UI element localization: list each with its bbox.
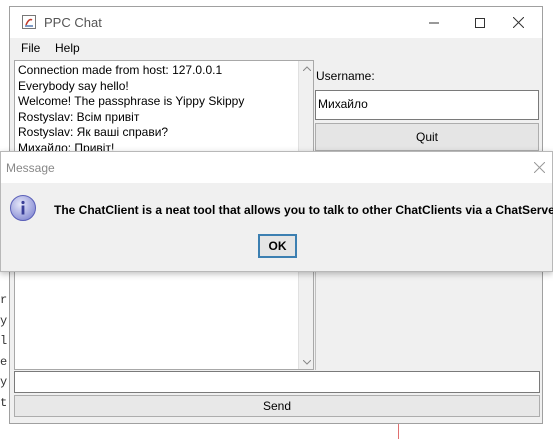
- chevron-up-icon: [302, 65, 311, 71]
- window-titlebar[interactable]: PPC Chat: [10, 7, 542, 38]
- chat-line: Connection made from host: 127.0.0.1: [18, 63, 223, 77]
- dialog-message: The ChatClient is a neat tool that allow…: [54, 203, 553, 217]
- username-label: Username:: [316, 69, 375, 83]
- chat-line: Rostyslav: Всім привіт: [18, 109, 140, 124]
- scroll-down-button[interactable]: [299, 355, 314, 369]
- ok-button[interactable]: OK: [258, 234, 297, 258]
- message-input[interactable]: [14, 371, 540, 393]
- chat-lines: Connection made from host: 127.0.0.1 Eve…: [18, 63, 293, 156]
- maximize-icon: [475, 17, 485, 28]
- info-icon: [10, 195, 36, 221]
- chat-line: Rostyslav: Як ваші справи?: [18, 125, 169, 139]
- dialog-close-button[interactable]: [528, 156, 550, 178]
- dialog-title: Message: [6, 161, 55, 175]
- message-dialog: Message The ChatClient is a neat tool th…: [0, 151, 553, 272]
- quit-button[interactable]: Quit: [315, 123, 539, 151]
- scroll-up-button[interactable]: [299, 61, 314, 75]
- chat-line: Welcome! The passphrase is Yippy Skippy: [18, 94, 245, 108]
- minimize-button[interactable]: [411, 7, 457, 38]
- menu-file[interactable]: File: [21, 41, 40, 55]
- username-input[interactable]: Михайло: [315, 90, 539, 120]
- window-title: PPC Chat: [44, 15, 102, 30]
- menu-bar: File Help: [10, 38, 542, 58]
- chat-line: Everybody say hello!: [18, 78, 129, 93]
- minimize-icon: [429, 22, 439, 23]
- close-icon: [533, 161, 545, 173]
- java-app-icon: [22, 15, 36, 29]
- chevron-down-icon: [302, 359, 311, 365]
- close-button[interactable]: [495, 7, 541, 38]
- menu-help[interactable]: Help: [55, 41, 80, 55]
- close-icon: [512, 17, 524, 28]
- dialog-titlebar[interactable]: Message: [1, 152, 552, 183]
- send-button[interactable]: Send: [14, 395, 540, 417]
